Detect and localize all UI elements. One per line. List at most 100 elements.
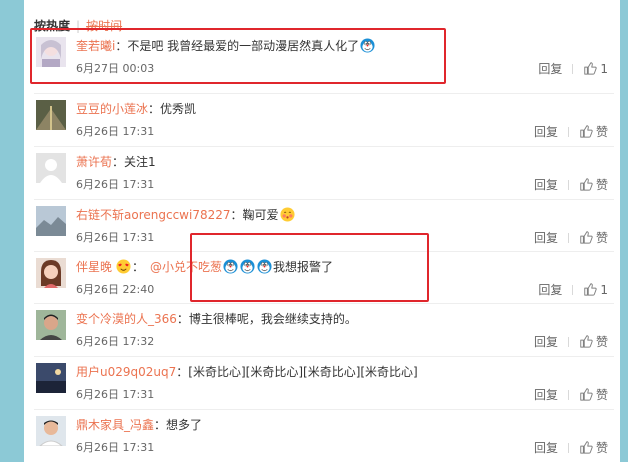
comment-actions: 回复 赞 <box>534 177 608 193</box>
like-count: 赞 <box>595 125 608 139</box>
action-divider <box>572 64 574 74</box>
mention-link[interactable]: @小兑不吃葱 <box>150 260 222 274</box>
like-count: 赞 <box>595 441 608 455</box>
comment-username[interactable]: 豆豆的小莲冰 <box>76 102 148 116</box>
comment-row: 伴星晚 ： @小兑不吃葱 我想报警了 6月26日 22:40 回复 1 <box>34 251 614 302</box>
action-divider <box>567 233 569 243</box>
comment-time: 6月27日 00:03 <box>76 62 155 75</box>
username-separator: ： <box>132 260 145 274</box>
thumb-up-icon <box>583 282 598 296</box>
comment-time: 6月26日 22:40 <box>76 283 155 296</box>
thumb-up-icon <box>583 61 598 75</box>
thumb-up-icon <box>579 334 593 348</box>
comment-body: 用户u029q02uq7：[米奇比心][米奇比心][米奇比心][米奇比心] <box>76 363 516 381</box>
like-count: 赞 <box>595 335 608 349</box>
like-button[interactable]: 赞 <box>579 441 608 455</box>
comment-username[interactable]: 伴星晚 <box>76 260 112 274</box>
comment-row: 右链不斩aorengccwi78227：鞠可爱 6月26日 17:31 回复 赞 <box>34 199 614 250</box>
comment-actions: 回复 赞 <box>534 387 608 403</box>
reply-button[interactable]: 回复 <box>534 441 558 455</box>
comment-panel: 按热度 | 按时间 奎若曦i：不是吧 我曾经最爱的一部动漫居然真人化了 6月27日 0… <box>24 0 620 462</box>
comment-time: 6月26日 17:32 <box>76 335 155 348</box>
comment-row: 萧许荀：关注1 6月26日 17:31 回复 赞 <box>34 146 614 197</box>
thumb-up-icon <box>579 177 593 191</box>
like-button[interactable]: 赞 <box>579 335 608 349</box>
doraemon-face-icon <box>360 38 375 53</box>
comment-body: 伴星晚 ： @小兑不吃葱 我想报警了 <box>76 258 516 276</box>
comment-actions: 回复 赞 <box>534 440 608 456</box>
like-count: 1 <box>600 283 608 297</box>
like-button[interactable]: 1 <box>583 283 608 297</box>
reply-button[interactable]: 回复 <box>534 335 558 349</box>
thumb-up-icon <box>579 440 593 454</box>
reply-button[interactable]: 回复 <box>534 388 558 402</box>
comment-text: 不是吧 我曾经最爱的一部动漫居然真人化了 <box>127 39 360 53</box>
doraemon-face-icon <box>240 259 255 274</box>
comment-row: 鼎木家具_冯鑫：想多了 6月26日 17:31 回复 赞 <box>34 409 614 460</box>
like-button[interactable]: 赞 <box>579 388 608 402</box>
like-count: 1 <box>600 62 608 76</box>
comment-text: 想多了 <box>166 418 203 432</box>
avatar[interactable] <box>36 363 66 393</box>
like-count: 赞 <box>595 231 608 245</box>
comment-actions: 回复 1 <box>538 282 608 298</box>
reply-button[interactable]: 回复 <box>534 125 558 139</box>
avatar[interactable] <box>36 100 66 130</box>
reply-button[interactable]: 回复 <box>534 231 558 245</box>
action-divider <box>567 127 569 137</box>
action-divider <box>572 285 574 295</box>
like-button[interactable]: 赞 <box>579 125 608 139</box>
comment-actions: 回复 赞 <box>534 334 608 350</box>
reply-button[interactable]: 回复 <box>538 283 562 297</box>
comment-time: 6月26日 17:31 <box>76 125 155 138</box>
comment-body: 右链不斩aorengccwi78227：鞠可爱 <box>76 206 516 224</box>
doraemon-face-icon <box>257 259 272 274</box>
comment-username[interactable]: 右链不斩aorengccwi78227 <box>76 208 231 222</box>
blush-face-icon <box>280 207 295 222</box>
comment-time: 6月26日 17:31 <box>76 441 155 454</box>
comment-actions: 回复 1 <box>538 61 608 77</box>
avatar[interactable] <box>36 258 66 288</box>
avatar[interactable] <box>36 153 66 183</box>
comment-username[interactable]: 奎若曦i <box>76 39 115 53</box>
comment-time: 6月26日 17:31 <box>76 178 155 191</box>
comment-row: 用户u029q02uq7：[米奇比心][米奇比心][米奇比心][米奇比心] 6月2… <box>34 356 614 407</box>
comment-username[interactable]: 鼎木家具_冯鑫 <box>76 418 154 432</box>
like-count: 赞 <box>595 388 608 402</box>
comment-row: 奎若曦i：不是吧 我曾经最爱的一部动漫居然真人化了 6月27日 00:03 回复 1 <box>34 31 614 81</box>
comment-row: 豆豆的小莲冰：优秀凯 6月26日 17:31 回复 赞 <box>34 93 614 144</box>
avatar[interactable] <box>36 37 66 67</box>
username-separator: ： <box>176 312 189 326</box>
comment-username[interactable]: 用户u029q02uq7 <box>76 365 176 379</box>
action-divider <box>567 443 569 453</box>
username-separator: ： <box>230 208 243 222</box>
comment-row: 变个冷漠的人_366：博主很棒呢，我会继续支持的。 6月26日 17:32 回复 赞 <box>34 303 614 354</box>
thumb-up-icon <box>579 230 593 244</box>
username-separator: ： <box>148 102 161 116</box>
username-separator: ： <box>115 39 128 53</box>
avatar[interactable] <box>36 206 66 236</box>
comment-username[interactable]: 变个冷漠的人_366 <box>76 312 177 326</box>
username-separator: ： <box>112 155 125 169</box>
comment-text: 我想报警了 <box>273 260 334 274</box>
thumb-up-icon <box>579 387 593 401</box>
action-divider <box>567 180 569 190</box>
comment-actions: 回复 赞 <box>534 230 608 246</box>
avatar[interactable] <box>36 416 66 446</box>
like-button[interactable]: 1 <box>583 62 608 76</box>
reply-button[interactable]: 回复 <box>538 62 562 76</box>
like-count: 赞 <box>595 178 608 192</box>
thumb-up-icon <box>579 124 593 138</box>
comment-time: 6月26日 17:31 <box>76 231 155 244</box>
comment-text: 优秀凯 <box>160 102 197 116</box>
comment-username[interactable]: 萧许荀 <box>76 155 112 169</box>
like-button[interactable]: 赞 <box>579 231 608 245</box>
reply-button[interactable]: 回复 <box>534 178 558 192</box>
action-divider <box>567 337 569 347</box>
comment-time: 6月26日 17:31 <box>76 388 155 401</box>
username-separator: ： <box>154 418 167 432</box>
comment-body: 萧许荀：关注1 <box>76 153 516 171</box>
like-button[interactable]: 赞 <box>579 178 608 192</box>
comment-body: 变个冷漠的人_366：博主很棒呢，我会继续支持的。 <box>76 310 516 328</box>
avatar[interactable] <box>36 310 66 340</box>
